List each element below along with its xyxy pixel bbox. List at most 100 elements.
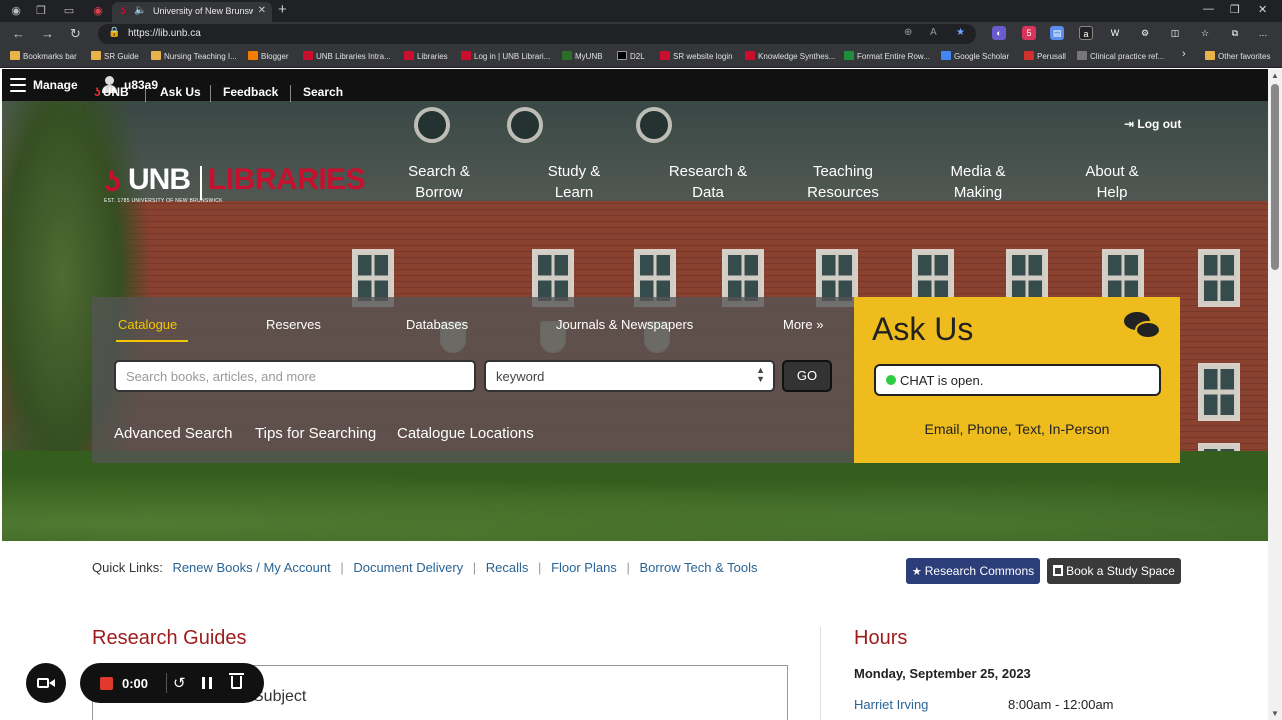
reload-icon[interactable]: ↻ — [70, 26, 81, 42]
catalogue-search-input[interactable]: Search books, articles, and more — [114, 360, 476, 392]
trash-icon[interactable] — [229, 673, 244, 689]
other-favorites[interactable]: Other favorites — [1205, 51, 1270, 61]
unb-link[interactable]: ʖ UNB — [94, 85, 129, 99]
tab-more[interactable]: More » — [783, 317, 823, 332]
nav-research-data[interactable]: Research & Data — [653, 161, 763, 203]
extension-icon[interactable]: ◐ — [992, 26, 1006, 40]
extension-badge-icon[interactable]: 5 — [1022, 26, 1036, 40]
workspaces-icon[interactable]: ❐ — [33, 3, 49, 19]
address-bar[interactable]: 🔒 https://lib.unb.ca ⊕ A ★ — [98, 24, 976, 44]
nav-study-learn[interactable]: Study & Learn — [519, 161, 629, 203]
more-menu-icon[interactable]: … — [1256, 26, 1270, 40]
book-study-space-button[interactable]: Book a Study Space — [1047, 558, 1181, 584]
hours-library-link[interactable]: Harriet Irving — [854, 697, 928, 712]
tab-databases[interactable]: Databases — [406, 317, 468, 332]
go-button[interactable]: GO — [782, 360, 832, 392]
feedback-link[interactable]: Feedback — [223, 85, 278, 99]
split-screen-icon[interactable]: ◫ — [1168, 26, 1182, 40]
nav-media-making[interactable]: Media & Making — [923, 161, 1033, 203]
hamburger-menu-icon[interactable] — [10, 78, 26, 92]
restore-icon[interactable]: ❐ — [1230, 3, 1240, 16]
ask-us-link[interactable]: Ask Us — [160, 85, 201, 99]
manage-button[interactable]: Manage — [33, 78, 78, 92]
scroll-down-icon[interactable]: ▼ — [1271, 709, 1279, 718]
tab-reserves[interactable]: Reserves — [266, 317, 321, 332]
restart-icon[interactable]: ↺ — [173, 674, 186, 692]
close-window-icon[interactable]: ✕ — [1258, 3, 1267, 16]
divider — [145, 85, 146, 102]
new-tab-button[interactable]: + — [278, 2, 287, 18]
renew-books-link[interactable]: Renew Books / My Account — [172, 560, 330, 575]
read-aloud-icon[interactable]: A — [930, 27, 937, 38]
recalls-link[interactable]: Recalls — [486, 560, 529, 575]
logout-link[interactable]: ⇥ Log out — [1124, 117, 1181, 131]
bookmark-item[interactable]: Log in | UNB Librari... — [461, 51, 550, 61]
nav-search-borrow[interactable]: Search & Borrow — [384, 161, 494, 203]
nav-teaching-resources[interactable]: Teaching Resources — [788, 161, 898, 203]
back-icon[interactable]: ← — [12, 26, 25, 42]
divider — [290, 85, 291, 102]
url-text[interactable]: https://lib.unb.ca — [128, 28, 201, 39]
bookmarks-overflow-icon[interactable]: › — [1182, 48, 1186, 60]
scroll-up-icon[interactable]: ▲ — [1271, 71, 1279, 80]
search-link[interactable]: Search — [303, 85, 343, 99]
scroll-thumb[interactable] — [1271, 84, 1279, 270]
zoom-icon[interactable]: ⊕ — [904, 27, 912, 38]
favorite-star-icon[interactable]: ★ — [956, 27, 965, 38]
extension-doc-icon[interactable]: ▤ — [1050, 26, 1064, 40]
bookmark-item[interactable]: Blogger — [248, 51, 289, 61]
forward-icon[interactable]: → — [41, 26, 54, 42]
bookmark-item[interactable]: D2L — [617, 51, 645, 61]
record-tab-icon[interactable]: ◉ — [90, 3, 106, 19]
ask-us-title[interactable]: Ask Us — [872, 311, 973, 348]
document-delivery-link[interactable]: Document Delivery — [353, 560, 463, 575]
advanced-search-link[interactable]: Advanced Search — [114, 425, 232, 442]
browser-tab[interactable]: ʖ 🔈 University of New Brunswick ✕ — [112, 2, 272, 22]
borrow-tech-tools-link[interactable]: Borrow Tech & Tools — [639, 560, 757, 575]
sheet-icon — [844, 51, 854, 60]
collections-icon[interactable]: ⧉ — [1228, 26, 1242, 40]
tab-actions-icon[interactable]: ▭ — [61, 3, 77, 19]
floor-plans-link[interactable]: Floor Plans — [551, 560, 617, 575]
stop-recording-icon[interactable] — [100, 677, 113, 690]
bookmark-item[interactable]: SR website login — [660, 51, 733, 61]
extension-w-icon[interactable]: W — [1108, 26, 1122, 40]
catalogue-locations-link[interactable]: Catalogue Locations — [397, 425, 534, 442]
camera-toggle-button[interactable] — [26, 663, 66, 703]
bookmark-item[interactable]: Format Entire Row... — [844, 51, 930, 61]
bookmark-item[interactable]: MyUNB — [562, 51, 603, 61]
bookmark-item[interactable]: Nursing Teaching I... — [151, 51, 237, 61]
camera-icon — [37, 678, 49, 688]
pause-icon[interactable] — [202, 677, 212, 689]
bookmark-item[interactable]: Clinical practice ref... — [1077, 51, 1164, 61]
blogger-icon — [248, 51, 258, 60]
chat-status-button[interactable]: CHAT is open. — [874, 364, 1161, 396]
favorites-icon[interactable]: ☆ — [1198, 26, 1212, 40]
bookmark-item[interactable]: Perusall — [1024, 51, 1066, 61]
profile-avatar-icon[interactable]: ◉ — [8, 3, 24, 19]
d2l-icon — [617, 51, 627, 60]
bookmark-item[interactable]: SR Guide — [91, 51, 139, 61]
extension-a-icon[interactable]: a — [1079, 26, 1093, 40]
bookmark-item[interactable]: Knowledge Synthes... — [745, 51, 835, 61]
contact-methods[interactable]: Email, Phone, Text, In-Person — [854, 421, 1180, 437]
lock-icon[interactable]: 🔒 — [108, 27, 120, 38]
hours-time: 8:00am - 12:00am — [1008, 697, 1114, 712]
close-tab-icon[interactable]: ✕ — [258, 5, 266, 16]
minimize-icon[interactable]: — — [1203, 3, 1214, 15]
username[interactable]: u83a9 — [124, 78, 158, 92]
speaker-icon[interactable]: 🔈 — [134, 5, 146, 16]
bookmark-item[interactable]: Google Scholar — [941, 51, 1009, 61]
scholar-icon — [941, 51, 951, 60]
page-scrollbar[interactable]: ▲ ▼ — [1268, 69, 1282, 720]
extensions-icon[interactable]: ⚙ — [1138, 26, 1152, 40]
search-type-select[interactable]: keyword ▲ ▼ — [484, 360, 775, 392]
nav-about-help[interactable]: About & Help — [1057, 161, 1167, 203]
tips-for-searching-link[interactable]: Tips for Searching — [255, 425, 376, 442]
bookmark-item[interactable]: Libraries — [404, 51, 448, 61]
research-commons-button[interactable]: ★ Research Commons — [906, 558, 1040, 584]
tab-catalogue[interactable]: Catalogue — [118, 317, 177, 332]
bookmark-item[interactable]: Bookmarks bar — [10, 51, 77, 61]
tab-journals-newspapers[interactable]: Journals & Newspapers — [556, 317, 693, 332]
bookmark-item[interactable]: UNB Libraries Intra... — [303, 51, 391, 61]
